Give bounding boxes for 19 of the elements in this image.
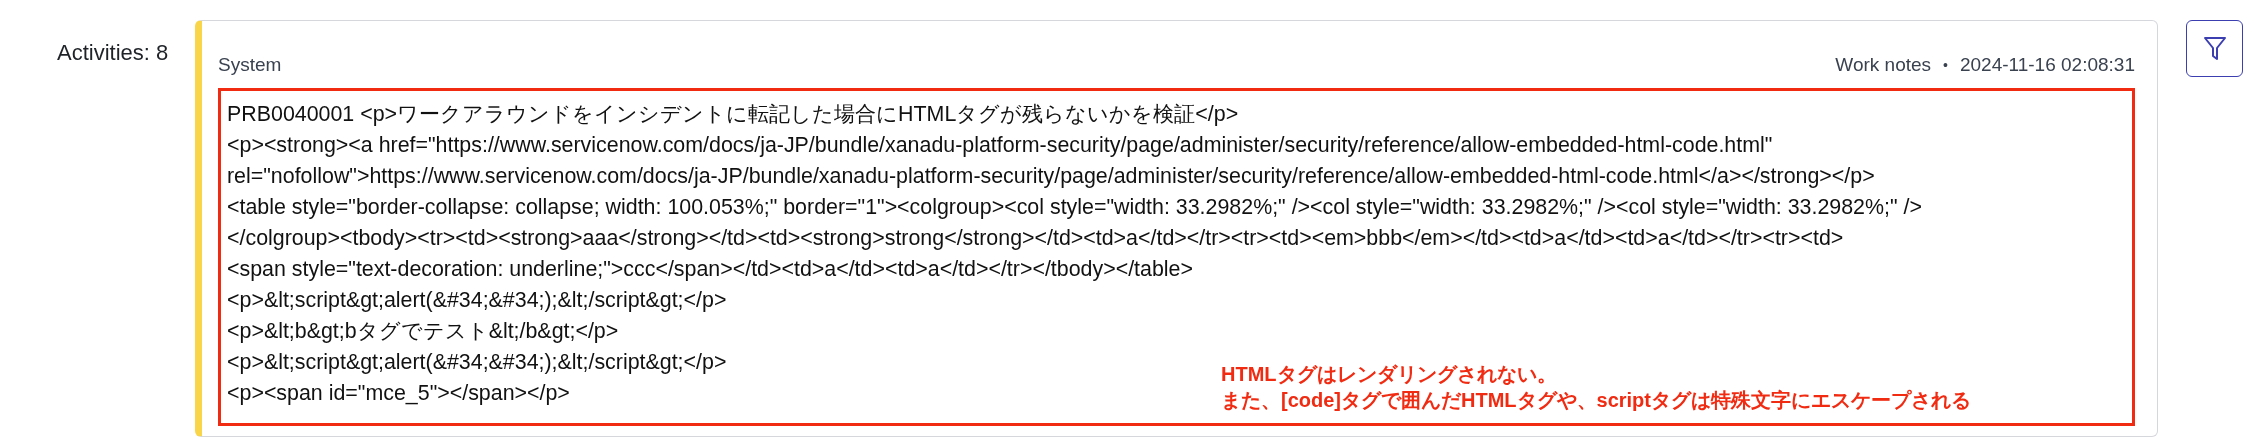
text-line: <p><span id="mce_5"></span></p> <box>227 379 570 407</box>
text-line: PRB0040001 <p>ワークアラウンドをインシデントに転記した場合にHTMLタグが残らないかを検証</p> <box>227 100 1239 128</box>
text-line: <span style="text-decoration: underline;">ccc</span></td><td>a</td><td>a</td></tr></tbody></table> <box>227 255 1193 283</box>
text-line: <table style="border-collapse: collapse; width: 100.053%;" border="1"><colgroup><col style="width: 33.2982%;" /><col style="width: 33.2982%;" /><col style="width: 33.2982%;" /> <box>227 193 1922 221</box>
text-line: <p>&lt;script&gt;alert(&#34;&#34;);&lt;/script&gt;</p> <box>227 348 727 376</box>
entry-type: Work notes <box>1835 53 1932 77</box>
filter-icon <box>2202 35 2227 62</box>
filter-button[interactable] <box>2186 20 2243 77</box>
author-name: System <box>218 53 282 77</box>
text-line: <p>&lt;b&gt;bタグでテスト&lt;/b&gt;</p> <box>227 317 619 345</box>
annotation-note: また、[code]タグで囲んだHTMLタグや、scriptタグは特殊文字にエスケープされる <box>1221 388 1971 413</box>
timestamp: 2024-11-16 02:08:31 <box>1959 53 2135 77</box>
annotation-note: HTMLタグはレンダリングされない。 <box>1221 362 1557 387</box>
text-line: </colgroup><tbody><tr><td><strong>aaa</strong></td><td><strong>strong</strong></td><td>a</td></tr><tr><td><em>bbb</em></td><td>a</td><td>a</td></tr><tr><td> <box>227 224 1844 252</box>
activities-count: Activities: 8 <box>56 39 170 67</box>
text-line: rel="nofollow">https://www.servicenow.com/docs/ja-JP/bundle/xanadu-platform-security/page/administer/security/reference/allow-embedded-html-code.html</a></strong></p> <box>227 162 1875 190</box>
text-line: <p>&lt;script&gt;alert(&#34;&#34;);&lt;/script&gt;</p> <box>227 286 727 314</box>
separator-dot: • <box>1943 55 1948 75</box>
text-line: <p><strong><a href="https://www.servicenow.com/docs/ja-JP/bundle/xanadu-platform-security/page/administer/security/reference/allow-embedded-html-code.html" <box>227 131 1773 159</box>
